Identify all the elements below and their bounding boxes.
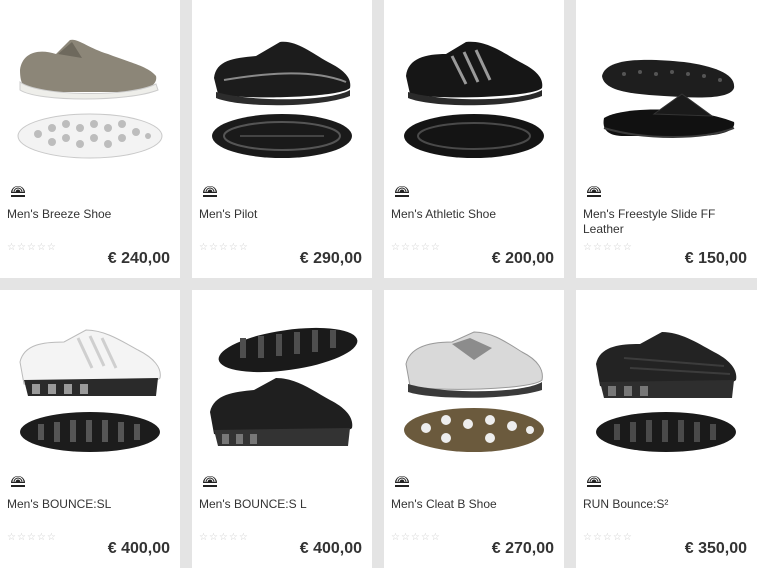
product-card[interactable]: Men's BOUNCE:SL ☆☆☆☆☆ € 400,00: [0, 290, 180, 568]
rating-stars[interactable]: ☆☆☆☆☆: [391, 242, 441, 253]
product-price: € 270,00: [491, 540, 554, 557]
product-name[interactable]: Men's Athletic Shoe: [391, 207, 551, 222]
product-name[interactable]: Men's Cleat B Shoe: [391, 497, 551, 512]
product-name[interactable]: Men's Pilot: [199, 207, 359, 222]
product-price: € 400,00: [107, 540, 170, 557]
product-card[interactable]: Men's Athletic Shoe ☆☆☆☆☆ € 200,00: [384, 0, 564, 278]
product-card[interactable]: Men's Freestyle Slide FF Leather ☆☆☆☆☆ €…: [576, 0, 757, 278]
black-three-stripe-shoe-icon[interactable]: [392, 18, 556, 168]
white-running-shoe-icon[interactable]: [8, 308, 172, 458]
product-card[interactable]: Men's Pilot ☆☆☆☆☆ € 290,00: [192, 0, 372, 278]
product-price: € 150,00: [684, 250, 747, 267]
black-leather-sneaker-icon[interactable]: [200, 18, 364, 168]
rating-stars[interactable]: ☆☆☆☆☆: [199, 242, 249, 253]
product-name[interactable]: RUN Bounce:S²: [583, 497, 743, 512]
product-card[interactable]: Men's Cleat B Shoe ☆☆☆☆☆ € 270,00: [384, 290, 564, 568]
product-grid: Men's Breeze Shoe ☆☆☆☆☆ € 240,00 Men's P…: [0, 0, 757, 568]
black-flip-flop-icon[interactable]: [584, 18, 748, 168]
adidas-logo-icon: [200, 180, 220, 200]
product-price: € 400,00: [299, 540, 362, 557]
adidas-logo-icon: [392, 470, 412, 490]
product-price: € 290,00: [299, 250, 362, 267]
adidas-logo-icon: [8, 470, 28, 490]
rating-stars[interactable]: ☆☆☆☆☆: [7, 532, 57, 543]
product-card[interactable]: Men's BOUNCE:S L ☆☆☆☆☆ € 400,00: [192, 290, 372, 568]
product-price: € 350,00: [684, 540, 747, 557]
rating-stars[interactable]: ☆☆☆☆☆: [199, 532, 249, 543]
product-name[interactable]: Men's BOUNCE:SL: [7, 497, 167, 512]
black-bounce-shoe-icon[interactable]: [584, 308, 748, 458]
adidas-logo-icon: [392, 180, 412, 200]
rating-stars[interactable]: ☆☆☆☆☆: [391, 532, 441, 543]
light-boat-shoe-icon[interactable]: [8, 18, 172, 168]
product-card[interactable]: RUN Bounce:S² ☆☆☆☆☆ € 350,00: [576, 290, 757, 568]
product-name[interactable]: Men's Breeze Shoe: [7, 207, 167, 222]
rating-stars[interactable]: ☆☆☆☆☆: [7, 242, 57, 253]
adidas-logo-icon: [584, 470, 604, 490]
product-price: € 240,00: [107, 250, 170, 267]
rating-stars[interactable]: ☆☆☆☆☆: [583, 242, 633, 253]
adidas-logo-icon: [8, 180, 28, 200]
product-price: € 200,00: [491, 250, 554, 267]
rating-stars[interactable]: ☆☆☆☆☆: [583, 532, 633, 543]
product-card[interactable]: Men's Breeze Shoe ☆☆☆☆☆ € 240,00: [0, 0, 180, 278]
black-running-shoe-icon[interactable]: [200, 308, 364, 458]
product-name[interactable]: Men's BOUNCE:S L: [199, 497, 359, 512]
adidas-logo-icon: [584, 180, 604, 200]
adidas-logo-icon: [200, 470, 220, 490]
product-name[interactable]: Men's Freestyle Slide FF Leather: [583, 207, 743, 237]
white-golf-cleat-icon[interactable]: [392, 308, 556, 458]
